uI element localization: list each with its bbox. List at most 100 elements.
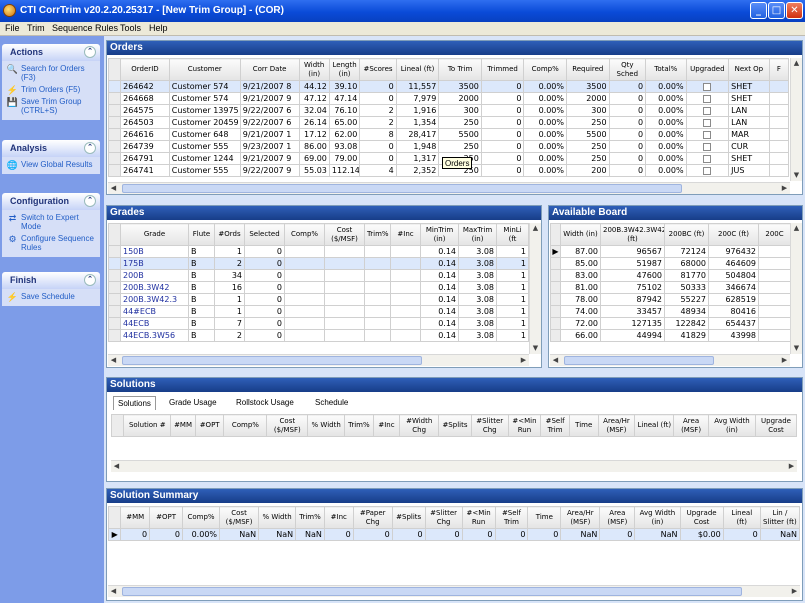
table-cell[interactable]: 0	[359, 92, 397, 105]
table-cell[interactable]: 79.00	[328, 152, 361, 165]
table-cell[interactable]: 0	[424, 528, 463, 541]
table-cell[interactable]	[390, 293, 421, 306]
row-header[interactable]	[108, 269, 121, 282]
table-cell[interactable]: 47600	[600, 269, 665, 282]
table-cell[interactable]: 200	[566, 164, 610, 177]
table-cell[interactable]: 464609	[708, 257, 759, 270]
save-schedule-link[interactable]: ⚡ Save Schedule	[2, 291, 100, 303]
table-cell[interactable]: 5500	[566, 128, 610, 141]
table-cell[interactable]	[768, 92, 790, 105]
column-header[interactable]: MinTrim (in)	[420, 223, 459, 246]
table-cell[interactable]: SHET	[728, 92, 770, 105]
table-cell[interactable]: 39.10	[328, 80, 361, 93]
table-cell[interactable]: 9/21/2007 9	[239, 92, 300, 105]
table-cell[interactable]: B	[188, 317, 215, 330]
table-cell[interactable]: Customer 574	[168, 80, 241, 93]
column-header[interactable]: Avg Width (in)	[707, 414, 756, 437]
table-cell[interactable]: B	[188, 305, 215, 318]
row-header[interactable]	[108, 293, 121, 306]
table-cell[interactable]: 3.08	[458, 269, 497, 282]
table-cell[interactable]: 0.14	[420, 305, 459, 318]
table-cell[interactable]: 175B	[120, 257, 189, 270]
table-cell[interactable]	[758, 317, 791, 330]
search-orders-link[interactable]: 🔍 Search for Orders (F3)	[2, 63, 100, 84]
table-cell[interactable]: LAN	[728, 116, 770, 129]
column-header[interactable]: Trimmed	[480, 58, 525, 81]
orders-horizontal-scrollbar[interactable]: ◀ ▶	[108, 182, 790, 194]
table-cell[interactable]: 250	[438, 116, 482, 129]
table-cell[interactable]	[284, 329, 325, 342]
table-cell[interactable]: 55227	[664, 293, 709, 306]
table-cell[interactable]: 1	[496, 281, 529, 294]
table-cell[interactable]: 0.00%	[645, 152, 687, 165]
table-row[interactable]: 85.00 51987 68000 464609	[550, 257, 791, 270]
table-cell[interactable]: 0.00%	[523, 104, 567, 117]
table-cell[interactable]: 9/22/2007 9	[239, 164, 300, 177]
column-header[interactable]: #Slitter Chg	[470, 414, 509, 437]
column-header[interactable]: Customer	[168, 58, 241, 81]
row-header[interactable]	[108, 305, 121, 318]
column-header[interactable]: #Self Trim	[494, 506, 529, 529]
scrollbar-thumb[interactable]	[122, 587, 742, 596]
column-header[interactable]: Corr Date	[239, 58, 300, 81]
table-cell[interactable]: 264791	[120, 152, 170, 165]
table-cell[interactable]: 75102	[600, 281, 665, 294]
scroll-left-icon[interactable]: ◀	[550, 355, 561, 366]
table-cell[interactable]: 0.00%	[645, 92, 687, 105]
column-header[interactable]: % Width	[258, 506, 297, 529]
upgraded-checkbox-cell[interactable]	[685, 92, 730, 105]
upgraded-checkbox-cell[interactable]	[685, 128, 730, 141]
column-header[interactable]: Cost ($/MSF)	[324, 223, 365, 246]
table-cell[interactable]	[390, 305, 421, 318]
column-header[interactable]: Lin / Slitter (ft)	[759, 506, 801, 529]
table-cell[interactable]	[768, 104, 790, 117]
table-cell[interactable]: B	[188, 281, 215, 294]
table-cell[interactable]: 0	[608, 152, 647, 165]
table-cell[interactable]: 3500	[438, 80, 482, 93]
row-header[interactable]	[107, 128, 122, 141]
table-cell[interactable]: 504804	[708, 269, 759, 282]
column-header[interactable]: #<Min Run	[507, 414, 542, 437]
table-row[interactable]: 74.00 33457 48934 80416	[550, 305, 791, 318]
table-cell[interactable]: 250	[438, 140, 482, 153]
table-cell[interactable]: Customer 555	[168, 164, 241, 177]
column-header[interactable]: Length (in)	[328, 58, 361, 81]
trim-orders-link[interactable]: ⚡ Trim Orders (F5)	[2, 84, 100, 96]
column-header[interactable]: Selected	[244, 223, 285, 246]
table-cell[interactable]: 0.14	[420, 269, 459, 282]
table-cell[interactable]: 44#ECB	[120, 305, 189, 318]
table-cell[interactable]: Customer 13975	[168, 104, 241, 117]
column-header[interactable]: #Inc	[323, 506, 354, 529]
tab-solutions[interactable]: Solutions	[113, 396, 156, 410]
table-row[interactable]: ▶ 0 0 0.00% NaN NaN NaN 0 0 0 0 0 0 0 NaN 0 NaN $0.00 0 NaN	[107, 528, 801, 541]
table-cell[interactable]: 68000	[664, 257, 709, 270]
column-header[interactable]: Area (MSF)	[599, 506, 636, 529]
column-header[interactable]: MinLi (ft	[496, 223, 529, 246]
column-header[interactable]: 200B.3W42.3W42 (ft)	[600, 223, 665, 246]
table-row[interactable]: 44ECB.3W56 B 2 0 0.14 3.08 1	[108, 329, 529, 342]
table-cell[interactable]	[364, 329, 391, 342]
table-cell[interactable]: 300	[566, 104, 610, 117]
menu-tools[interactable]: Tools	[120, 23, 141, 33]
column-header[interactable]: #MM	[120, 506, 151, 529]
column-header[interactable]: Trim%	[344, 414, 374, 437]
table-cell[interactable]: 1	[496, 257, 529, 270]
row-header[interactable]	[550, 281, 561, 294]
table-cell[interactable]	[324, 317, 365, 330]
table-row[interactable]: 44ECB B 7 0 0.14 3.08 1	[108, 317, 529, 330]
table-cell[interactable]: 654437	[708, 317, 759, 330]
view-global-results-link[interactable]: 🌐 View Global Results	[2, 159, 100, 171]
table-cell[interactable]: 300	[438, 104, 482, 117]
scroll-up-icon[interactable]: ▲	[791, 223, 802, 234]
table-cell[interactable]: 150B	[120, 245, 189, 258]
table-cell[interactable]: 0	[480, 92, 525, 105]
row-header[interactable]	[108, 257, 121, 270]
table-cell[interactable]: 1,354	[395, 116, 440, 129]
table-cell[interactable]: 0	[608, 80, 647, 93]
column-header[interactable]: Width (in)	[298, 58, 330, 81]
table-cell[interactable]: 264575	[120, 104, 170, 117]
table-cell[interactable]: 0.00%	[645, 80, 687, 93]
table-cell[interactable]	[768, 152, 790, 165]
column-header[interactable]: Next Op	[728, 58, 770, 81]
table-cell[interactable]: B	[188, 269, 215, 282]
